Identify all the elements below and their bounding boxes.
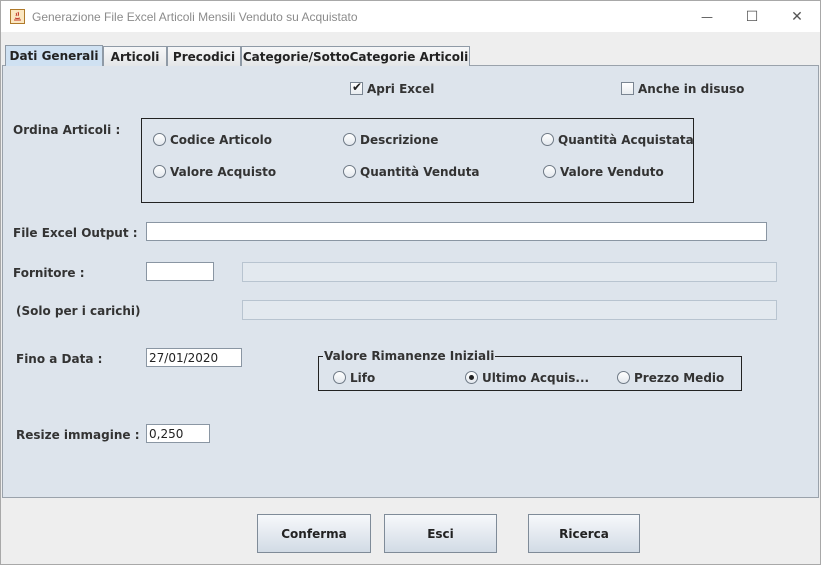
tab-categorie[interactable]: Categorie/SottoCategorie Articoli <box>241 46 470 66</box>
apri-excel-label: Apri Excel <box>367 82 435 96</box>
java-app-icon <box>10 9 25 24</box>
radio-quantita-acquistata[interactable] <box>541 133 554 146</box>
esci-button[interactable]: Esci <box>384 514 497 553</box>
radio-ultimo-acquisto[interactable] <box>465 371 478 384</box>
fornitore-name-field <box>242 262 777 282</box>
minimize-button[interactable]: — <box>684 1 730 32</box>
radio-selected-dot <box>469 375 474 380</box>
radio-label: Quantità Acquistata <box>558 133 694 147</box>
ordina-label: Ordina Articoli : <box>13 123 121 137</box>
anche-disuso-checkbox[interactable] <box>621 82 634 95</box>
maximize-button[interactable]: ☐ <box>729 1 775 32</box>
solo-carichi-field <box>242 300 777 320</box>
radio-label: Codice Articolo <box>170 133 272 147</box>
tab-dati-generali[interactable]: Dati Generali <box>5 45 103 66</box>
fornitore-label: Fornitore : <box>13 266 85 280</box>
file-excel-label: File Excel Output : <box>13 226 138 240</box>
app-window: Generazione File Excel Articoli Mensili … <box>0 0 821 565</box>
fino-data-input[interactable] <box>146 348 242 367</box>
radio-lifo[interactable] <box>333 371 346 384</box>
radio-label: Ultimo Acquis... <box>482 371 590 385</box>
title-bar: Generazione File Excel Articoli Mensili … <box>1 1 820 32</box>
close-button[interactable]: ✕ <box>774 1 820 32</box>
tab-precodici[interactable]: Precodici <box>167 46 241 66</box>
fornitore-code-input[interactable] <box>146 262 214 281</box>
tab-articoli[interactable]: Articoli <box>103 46 167 66</box>
fino-data-label: Fino a Data : <box>16 352 103 366</box>
tab-label: Dati Generali <box>9 49 99 63</box>
ordina-group <box>141 118 694 203</box>
apri-excel-checkbox[interactable]: ✔ <box>350 80 363 95</box>
resize-input[interactable] <box>146 424 210 443</box>
radio-valore-acquisto[interactable] <box>153 165 166 178</box>
file-excel-input[interactable] <box>146 222 767 241</box>
anche-disuso-label: Anche in disuso <box>638 82 745 96</box>
radio-valore-venduto[interactable] <box>543 165 556 178</box>
radio-label: Prezzo Medio <box>634 371 725 385</box>
window-title: Generazione File Excel Articoli Mensili … <box>32 10 358 24</box>
maximize-icon: ☐ <box>745 8 759 25</box>
conferma-button[interactable]: Conferma <box>257 514 371 553</box>
radio-label: Quantità Venduta <box>360 165 480 179</box>
radio-label: Descrizione <box>360 133 439 147</box>
checkmark-icon: ✔ <box>352 80 363 94</box>
radio-codice-articolo[interactable] <box>153 133 166 146</box>
radio-label: Lifo <box>350 371 376 385</box>
tab-label: Categorie/SottoCategorie Articoli <box>242 49 469 64</box>
radio-prezzo-medio[interactable] <box>617 371 630 384</box>
radio-label: Valore Acquisto <box>170 165 277 179</box>
solo-carichi-label: (Solo per i carichi) <box>16 304 141 318</box>
radio-label: Valore Venduto <box>560 165 664 179</box>
minimize-icon: — <box>701 9 713 24</box>
radio-descrizione[interactable] <box>343 133 356 146</box>
tab-label: Articoli <box>110 49 160 64</box>
rimanenze-title: Valore Rimanenze Iniziali <box>323 349 496 363</box>
radio-quantita-venduta[interactable] <box>343 165 356 178</box>
resize-label: Resize immagine : <box>16 428 140 442</box>
close-icon: ✕ <box>791 8 803 25</box>
tab-label: Precodici <box>172 49 236 64</box>
ricerca-button[interactable]: Ricerca <box>528 514 640 553</box>
